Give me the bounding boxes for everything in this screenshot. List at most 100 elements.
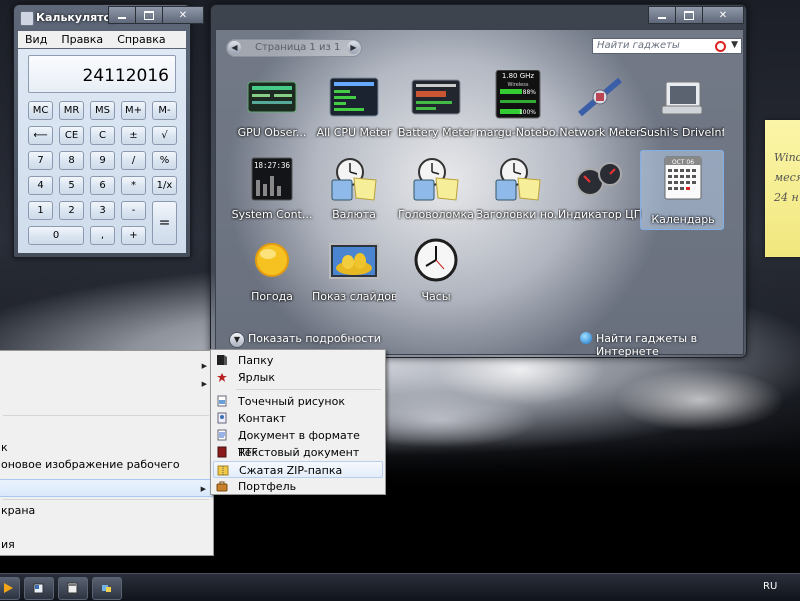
- submenu-item-folder[interactable]: Папку: [213, 352, 383, 369]
- gadget-label: Валюта: [332, 208, 376, 221]
- expand-details-button[interactable]: ▼: [229, 332, 245, 348]
- submenu-item-bitmap[interactable]: Точечный рисунок: [213, 393, 383, 410]
- taskbar-button-media[interactable]: [0, 577, 20, 600]
- maximize-button[interactable]: [675, 6, 703, 24]
- taskbar-button-explorer[interactable]: [24, 577, 54, 600]
- key-backspace[interactable]: ⟵: [28, 126, 53, 145]
- sticky-note[interactable]: Wind меся 24 н: [765, 120, 800, 257]
- close-button[interactable]: ✕: [702, 6, 744, 24]
- key-7[interactable]: 7: [28, 151, 53, 170]
- calculator-body: 24112016 MC MR MS M+ M- ⟵ CE C ± √ 7 8 9…: [18, 49, 186, 253]
- gadget-label: GPU Obser...: [237, 126, 307, 139]
- taskbar-button-calculator[interactable]: [58, 577, 88, 600]
- key-3[interactable]: 3: [90, 201, 115, 220]
- gadget-item[interactable]: Battery Meter: [394, 74, 478, 154]
- gadget-item[interactable]: Часы: [394, 238, 478, 318]
- taskbar-button-gadgets[interactable]: [92, 577, 122, 600]
- media-player-icon: [4, 583, 13, 593]
- calculator-titlebar[interactable]: Калькулятор ✕: [14, 5, 204, 29]
- gadget-search-input[interactable]: Найти гаджеты ▼: [592, 38, 742, 54]
- key-plus[interactable]: +: [121, 226, 146, 245]
- key-divide[interactable]: /: [121, 151, 146, 170]
- context-menu-item[interactable]: ▶: [0, 357, 213, 375]
- menu-item-label: Папку: [238, 354, 274, 367]
- key-9[interactable]: 9: [90, 151, 115, 170]
- minimize-button[interactable]: [648, 6, 676, 24]
- key-5[interactable]: 5: [59, 176, 84, 195]
- submenu-item-shortcut[interactable]: Ярлык: [213, 369, 383, 386]
- sticky-line: Wind: [774, 151, 800, 164]
- key-mc[interactable]: MC: [28, 101, 53, 120]
- gadget-item[interactable]: Индикатор ЦП: [558, 156, 642, 236]
- submenu-arrow-icon: ▶: [200, 485, 206, 493]
- next-page-button[interactable]: ▶: [347, 41, 360, 54]
- submenu-item-rtf[interactable]: Документ в формате RTF: [213, 427, 383, 459]
- get-gadgets-online-link[interactable]: Найти гаджеты в Интернете: [596, 332, 742, 358]
- key-c[interactable]: C: [90, 126, 115, 145]
- key-2[interactable]: 2: [59, 201, 84, 220]
- submenu-item-briefcase[interactable]: Портфель: [213, 478, 383, 495]
- key-1[interactable]: 1: [28, 201, 53, 220]
- key-sqrt[interactable]: √: [152, 126, 177, 145]
- gadget-item[interactable]: Головоломка: [394, 156, 478, 236]
- sticky-line: 24 н: [774, 191, 799, 204]
- key-mminus[interactable]: M-: [152, 101, 177, 120]
- page-label: Страница 1 из 1: [255, 42, 341, 53]
- gadget-item[interactable]: 18:27:36 System Cont...: [230, 156, 314, 236]
- gadget-item[interactable]: Заголовки но...: [476, 156, 560, 236]
- close-button[interactable]: ✕: [162, 6, 204, 24]
- gadget-item[interactable]: Sushi's DriveInfo: [640, 74, 724, 154]
- key-equals[interactable]: =: [152, 201, 177, 245]
- cpu-frequency: 1.80 GHz: [502, 72, 534, 80]
- key-minus[interactable]: -: [121, 201, 146, 220]
- gadget-item[interactable]: Network Meter: [558, 74, 642, 154]
- gadget-item[interactable]: Показ слайдов: [312, 238, 396, 318]
- new-submenu: Папку Ярлык Точечный рисунок Контакт Док…: [210, 349, 386, 495]
- context-menu-item[interactable]: ия: [0, 536, 213, 554]
- key-8[interactable]: 8: [59, 151, 84, 170]
- chevron-down-icon[interactable]: ▼: [731, 40, 738, 50]
- context-menu-item[interactable]: оновое изображение рабочего стола: [0, 456, 213, 489]
- gadget-item[interactable]: GPU Obser...: [230, 74, 314, 154]
- gadget-item[interactable]: All CPU Meter: [312, 74, 396, 154]
- show-details-link[interactable]: Показать подробности: [248, 332, 381, 345]
- key-ce[interactable]: CE: [59, 126, 84, 145]
- key-0[interactable]: 0: [28, 226, 84, 245]
- menu-help[interactable]: Справка: [117, 31, 165, 48]
- page-navigator: ◀ Страница 1 из 1 ▶: [226, 39, 362, 57]
- cpu-indicator-icon: [576, 162, 622, 196]
- context-menu-item[interactable]: ▶: [0, 375, 213, 393]
- key-6[interactable]: 6: [90, 176, 115, 195]
- text-document-icon: [217, 446, 227, 458]
- key-ms[interactable]: MS: [90, 101, 115, 120]
- key-percent[interactable]: %: [152, 151, 177, 170]
- submenu-item-zip[interactable]: Сжатая ZIP-папка: [213, 461, 383, 478]
- context-menu-item[interactable]: крана: [0, 502, 213, 520]
- key-decimal[interactable]: ,: [90, 226, 115, 245]
- prev-page-button[interactable]: ◀: [228, 41, 241, 54]
- key-reciprocal[interactable]: 1/x: [152, 176, 177, 195]
- clock-icon: [414, 238, 458, 282]
- submenu-item-text[interactable]: Текстовый документ: [213, 444, 383, 461]
- notebook-info-icon: 1.80 GHz Wireless 88% 100%: [495, 70, 541, 119]
- key-mplus[interactable]: M+: [121, 101, 146, 120]
- key-multiply[interactable]: *: [121, 176, 146, 195]
- battery-meter-icon: [411, 79, 461, 115]
- maximize-button[interactable]: [135, 6, 163, 24]
- context-menu-item[interactable]: к: [0, 439, 213, 457]
- context-menu-item-new[interactable]: ▶: [0, 479, 213, 497]
- search-icon[interactable]: [715, 41, 726, 52]
- key-4[interactable]: 4: [28, 176, 53, 195]
- gadget-item[interactable]: Валюта: [312, 156, 396, 236]
- gadget-label: Часы: [421, 290, 451, 303]
- gadget-item-selected[interactable]: ОСТ 06 Календарь: [640, 150, 724, 230]
- key-mr[interactable]: MR: [59, 101, 84, 120]
- key-plusminus[interactable]: ±: [121, 126, 146, 145]
- minimize-button[interactable]: [108, 6, 136, 24]
- gadget-item[interactable]: 1.80 GHz Wireless 88% 100% margu-Notebo.…: [476, 70, 560, 150]
- gadget-item[interactable]: Погода: [230, 238, 314, 318]
- language-indicator[interactable]: RU: [763, 581, 777, 592]
- menu-edit[interactable]: Правка: [61, 31, 103, 48]
- menu-view[interactable]: Вид: [25, 31, 47, 48]
- submenu-item-contact[interactable]: Контакт: [213, 410, 383, 427]
